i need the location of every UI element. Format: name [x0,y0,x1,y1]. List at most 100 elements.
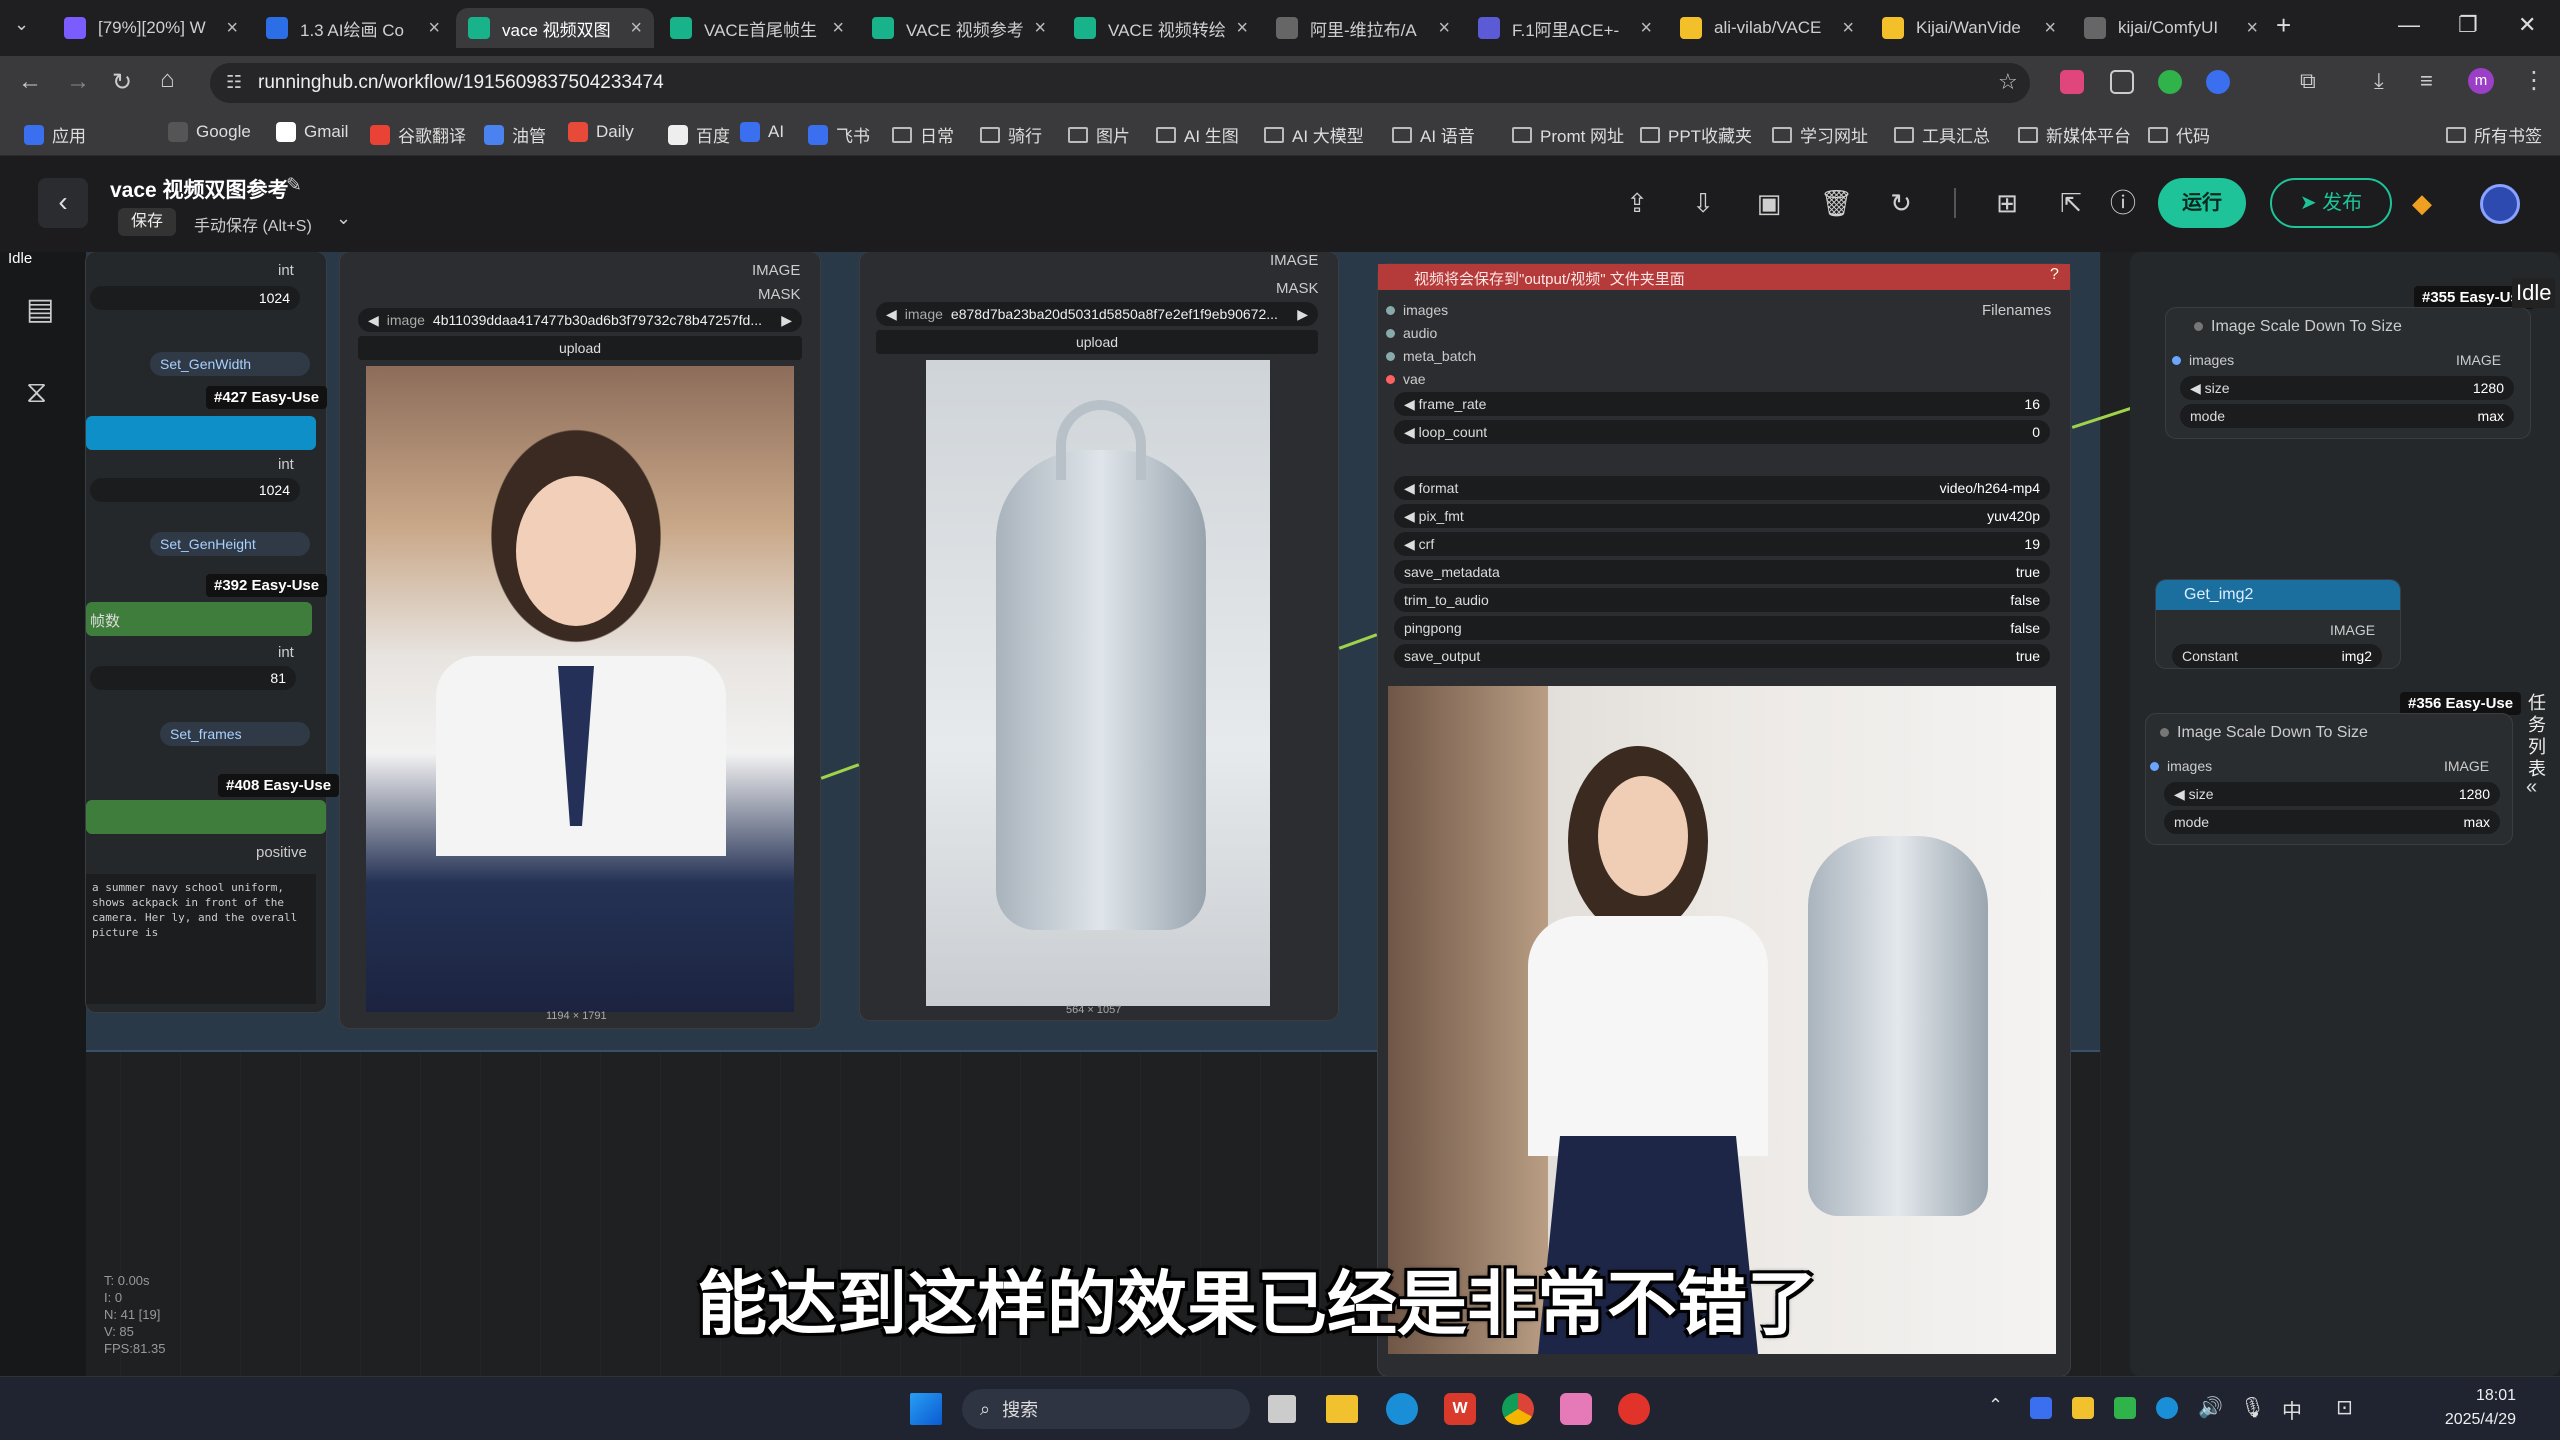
width-field[interactable]: 1024 [90,286,300,310]
close-tab-icon[interactable]: × [2044,17,2056,40]
extension-icon[interactable] [2110,70,2134,94]
browser-tab[interactable]: ali-vilab/VACE × [1668,8,1866,48]
bookmark-item[interactable]: 图片 [1068,122,1130,147]
tray-icon[interactable] [2030,1397,2052,1419]
close-tab-icon[interactable]: × [428,17,440,40]
close-tab-icon[interactable]: × [630,17,642,40]
upload-button[interactable]: upload [358,336,802,360]
info-icon[interactable]: ⓘ [2108,188,2138,218]
chevron-down-icon[interactable]: ⌄ [336,208,351,229]
pix-fmt-field[interactable]: ◀ pix_fmt yuv420p [1394,504,2050,528]
set-genheight-node[interactable]: Set_GenHeight [150,532,310,556]
collapse-icon[interactable]: « [2526,776,2537,799]
ime-icon[interactable]: 中 [2282,1395,2302,1424]
browser-tab[interactable]: Kijai/WanVide × [1870,8,2068,48]
image-select[interactable]: ◀ image e878d7ba23ba20d5031d5850a8f7e2ef1f… [876,302,1318,326]
extensions-puzzle-icon[interactable]: ⧉ [2300,68,2316,94]
back-icon[interactable]: ← [18,68,42,96]
crf-field[interactable]: ◀ crf 19 [1394,532,2050,556]
browser-tab[interactable]: 阿里-维拉布/A × [1264,8,1462,48]
all-bookmarks[interactable]: 所有书签 [2446,122,2542,147]
mode-field[interactable]: mode max [2180,404,2514,428]
close-window-icon[interactable]: ✕ [2518,12,2536,38]
edge-icon[interactable] [1386,1393,1418,1425]
share-icon[interactable]: ⇱ [2056,188,2086,218]
browser-tab[interactable]: F.1阿里ACE+- × [1466,8,1664,48]
extension-icon[interactable] [2060,70,2084,94]
list-icon[interactable]: ▤ [26,292,54,327]
browser-tab[interactable]: 1.3 AI绘画 Co × [254,8,452,48]
browser-tab[interactable]: VACE 视频参考 × [860,8,1058,48]
user-avatar[interactable] [2480,184,2520,224]
close-tab-icon[interactable]: × [1640,17,1652,40]
manual-save-label[interactable]: 手动保存 (Alt+S) [194,212,312,236]
set-frames-node[interactable]: Set_frames [160,722,310,746]
upload-icon[interactable]: ⇪ [1622,188,1652,218]
loop-count-field[interactable]: ◀ loop_count 0 [1394,420,2050,444]
site-info-icon[interactable]: ☷ [226,72,242,93]
task-view-icon[interactable] [1268,1395,1296,1423]
edit-title-icon[interactable]: ✎ [286,174,302,197]
bookmark-item[interactable]: 油管 [484,122,546,147]
close-tab-icon[interactable]: × [2246,17,2258,40]
bookmark-item[interactable]: Daily [568,122,634,142]
task-list-tab[interactable]: 任务列表 [2522,692,2552,780]
bookmark-item[interactable]: Promt 网址 [1512,122,1624,147]
menu-icon[interactable]: ⋮ [2522,66,2546,95]
windows-start-icon[interactable] [910,1393,942,1425]
extension-icon[interactable] [2206,70,2230,94]
publish-button[interactable]: ➤ 发布 [2270,178,2392,228]
close-tab-icon[interactable]: × [1034,17,1046,40]
profile-avatar[interactable]: m [2468,68,2494,94]
bookmark-item[interactable]: 飞书 [808,122,870,147]
tray-icon[interactable] [2114,1397,2136,1419]
tray-chevron-icon[interactable]: ⌃ [1988,1395,2003,1416]
bookmark-item[interactable]: 学习网址 [1772,122,1868,147]
reload-icon[interactable]: ↻ [112,68,132,97]
save-button[interactable]: 保存 [118,208,176,236]
tray-icon[interactable] [2072,1397,2094,1419]
bookmark-item[interactable]: AI 生图 [1156,122,1239,147]
extension-icon[interactable] [2158,70,2182,94]
bookmark-item[interactable]: AI 语音 [1392,122,1475,147]
upload-button[interactable]: upload [876,330,1318,354]
vip-diamond-icon[interactable]: ◆ [2412,188,2442,218]
close-tab-icon[interactable]: × [1236,17,1248,40]
tab-search-icon[interactable]: ⌄ [14,14,29,35]
restore-icon[interactable]: ❐ [2458,12,2478,38]
constant-field[interactable]: Constant img2 [2172,644,2382,668]
browser-tab[interactable]: vace 视频双图 × [456,8,654,48]
bookmark-item[interactable]: 百度 [668,122,730,147]
home-icon[interactable]: ⌂ [160,66,175,94]
prompt-node-bar[interactable] [86,800,326,834]
app-icon[interactable] [1618,1393,1650,1425]
size-field[interactable]: ◀ size 1280 [2164,782,2500,806]
node-tree-icon[interactable]: ⧖ [26,376,47,410]
media-icon[interactable]: ≡ [2420,68,2433,94]
bookmark-item[interactable]: 骑行 [980,122,1042,147]
forward-icon[interactable]: → [66,68,90,96]
chrome-icon[interactable] [1502,1393,1534,1425]
bookmark-item[interactable]: 谷歌翻译 [370,122,466,147]
browser-tab[interactable]: VACE首尾帧生 × [658,8,856,48]
format-field[interactable]: ◀ format video/h264-mp4 [1394,476,2050,500]
workflow-canvas[interactable]: ▤ ⧖ int 1024 Set_GenWidth #427 Easy-Use … [0,252,2560,1376]
browser-tab[interactable]: VACE 视频转绘 × [1062,8,1260,48]
refresh-icon[interactable]: ↻ [1886,188,1916,218]
close-tab-icon[interactable]: × [226,17,238,40]
taskbar-search[interactable]: ⌕ 搜索 [962,1389,1250,1429]
pingpong-field[interactable]: pingpong false [1394,616,2050,640]
bookmark-item[interactable]: PPT收藏夹 [1640,122,1752,147]
close-tab-icon[interactable]: × [832,17,844,40]
minimize-icon[interactable]: — [2398,12,2420,38]
trim-to-audio-field[interactable]: trim_to_audio false [1394,588,2050,612]
blue-node-bar[interactable] [86,416,316,450]
bookmark-item[interactable]: 工具汇总 [1894,122,1990,147]
bookmark-item[interactable]: 日常 [892,122,954,147]
height-field[interactable]: 1024 [90,478,300,502]
tray-icon[interactable] [2156,1397,2178,1419]
bookmark-item[interactable]: AI [740,122,784,142]
bookmark-item[interactable]: Gmail [276,122,348,142]
mode-field[interactable]: mode max [2164,810,2500,834]
volume-icon[interactable]: 🔊 [2198,1395,2223,1420]
